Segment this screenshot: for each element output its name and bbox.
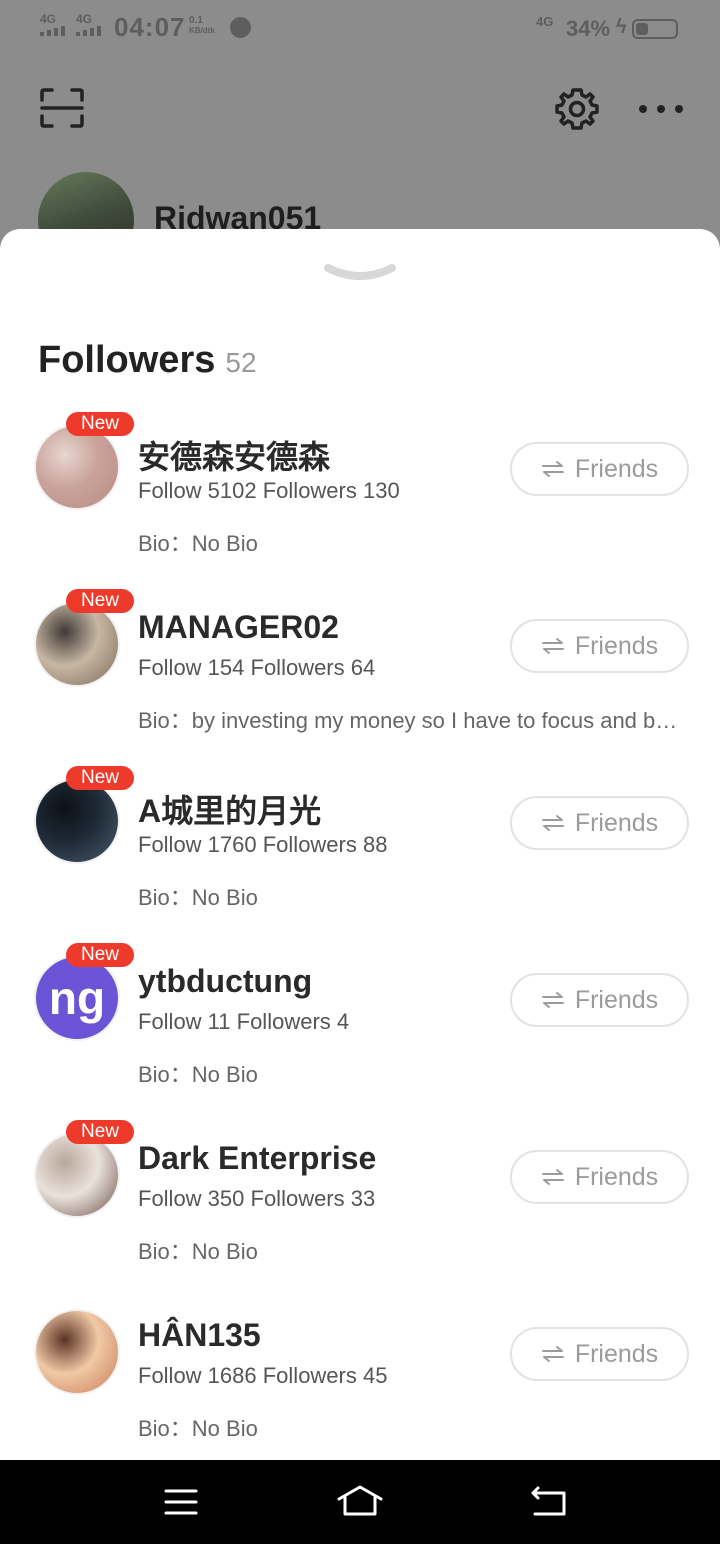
new-badge: New: [66, 589, 134, 613]
menu-icon[interactable]: [164, 1488, 198, 1516]
telegram-icon: [230, 17, 251, 38]
gear-icon[interactable]: [555, 87, 599, 131]
friends-button[interactable]: Friends: [510, 1150, 689, 1204]
clock: 04:07: [114, 12, 186, 42]
avatar-initials: ng: [48, 972, 106, 1024]
follower-avatar[interactable]: [34, 778, 120, 864]
network-speed-value: 0.1: [189, 15, 203, 26]
more-options-icon[interactable]: [636, 102, 686, 116]
follower-name[interactable]: A城里的月光: [138, 786, 321, 832]
battery-percent: 34%: [566, 16, 611, 41]
follower-name[interactable]: ytbductung: [138, 963, 312, 1000]
follower-name[interactable]: 安德森安德森: [138, 432, 330, 478]
mutual-arrows-icon: [541, 815, 564, 831]
sheet-title: Followers 52: [38, 339, 257, 382]
follower-stats: Follow 1686 Followers 45: [138, 1363, 388, 1388]
network-type-1: 4G: [40, 12, 57, 26]
network-speed: 0.1 KB/dtk: [189, 16, 215, 36]
follower-stats: Follow 154 Followers 64: [138, 655, 376, 680]
follower-stats: Follow 5102 Followers 130: [138, 478, 400, 503]
new-badge: New: [66, 1120, 134, 1144]
follower-bio: Bio：No Bio: [138, 1416, 258, 1441]
follower-bio: Bio：No Bio: [138, 885, 258, 910]
friends-button[interactable]: Friends: [510, 973, 689, 1027]
follower-avatar[interactable]: [34, 1132, 120, 1218]
scan-icon[interactable]: [40, 88, 84, 128]
follower-stats: Follow 11 Followers 4: [138, 1009, 350, 1034]
charging-icon: ϟ: [616, 16, 627, 38]
battery-icon: [632, 19, 678, 39]
friends-button-label: Friends: [574, 985, 659, 1014]
home-icon[interactable]: [336, 1484, 384, 1518]
follower-row[interactable]: New Dark Enterprise Follow 350 Followers 3…: [0, 1120, 720, 1297]
status-bar: 4G 4G 04:07 0.1 KB/dtk 4G 34% ϟ: [0, 0, 720, 56]
network-type-2: 4G: [76, 12, 93, 26]
follower-stats: Follow 1760 Followers 88: [138, 832, 388, 857]
mutual-arrows-icon: [541, 1346, 564, 1362]
mutual-arrows-icon: [541, 992, 564, 1008]
mutual-arrows-icon: [541, 638, 564, 654]
collapse-chevron-icon[interactable]: [324, 262, 396, 288]
friends-button-label: Friends: [574, 1162, 659, 1191]
follower-avatar[interactable]: ng: [34, 955, 120, 1041]
followers-count: 52: [225, 347, 257, 378]
mutual-arrows-icon: [541, 461, 564, 477]
network-speed-unit: KB/dtk: [189, 26, 215, 35]
follower-avatar[interactable]: [34, 424, 120, 510]
follower-avatar[interactable]: [34, 1309, 120, 1395]
navigation-bar: [0, 1460, 720, 1544]
follower-name[interactable]: HÂN135: [138, 1317, 261, 1354]
friends-button[interactable]: Friends: [510, 796, 689, 850]
mutual-arrows-icon: [541, 1169, 564, 1185]
friends-button-label: Friends: [574, 631, 659, 660]
followers-sheet: Followers 52 New 安德森安德森 Follow 5102 Follow…: [0, 229, 720, 1460]
follower-row[interactable]: New 安德森安德森 Follow 5102 Followers 130 Bio：No…: [0, 412, 720, 589]
sheet-title-text: Followers: [38, 339, 216, 381]
follower-row[interactable]: HÂN135 Follow 1686 Followers 45 Bio：No Bio…: [0, 1297, 720, 1474]
signal-icon-1: [40, 26, 65, 36]
follower-bio: Bio：No Bio: [138, 1239, 258, 1264]
new-badge: New: [66, 943, 134, 967]
follower-row[interactable]: New MANAGER02 Follow 154 Followers 64 Bio：b…: [0, 589, 720, 766]
new-badge: New: [66, 766, 134, 790]
follower-name[interactable]: MANAGER02: [138, 609, 339, 646]
friends-button-label: Friends: [574, 454, 659, 483]
follower-bio: Bio：by investing my money so I have to f…: [138, 708, 682, 733]
network-type-right: 4G: [536, 14, 554, 29]
friends-button[interactable]: Friends: [510, 619, 689, 673]
friends-button[interactable]: Friends: [510, 442, 689, 496]
background-app: 4G 4G 04:07 0.1 KB/dtk 4G 34% ϟ Ridwan05…: [0, 0, 720, 268]
back-icon[interactable]: [530, 1485, 568, 1517]
follower-row[interactable]: ng New ytbductung Follow 11 Followers 4 Bio：…: [0, 943, 720, 1120]
follower-bio: Bio：No Bio: [138, 1062, 258, 1087]
follower-avatar[interactable]: [34, 601, 120, 687]
follower-row[interactable]: New A城里的月光 Follow 1760 Followers 88 Bio：No …: [0, 766, 720, 943]
follower-bio: Bio：No Bio: [138, 531, 258, 556]
follower-stats: Follow 350 Followers 33: [138, 1186, 376, 1211]
friends-button[interactable]: Friends: [510, 1327, 689, 1381]
signal-icon-2: [76, 26, 101, 36]
follower-name[interactable]: Dark Enterprise: [138, 1140, 376, 1177]
friends-button-label: Friends: [574, 808, 659, 837]
new-badge: New: [66, 412, 134, 436]
friends-button-label: Friends: [574, 1339, 659, 1368]
